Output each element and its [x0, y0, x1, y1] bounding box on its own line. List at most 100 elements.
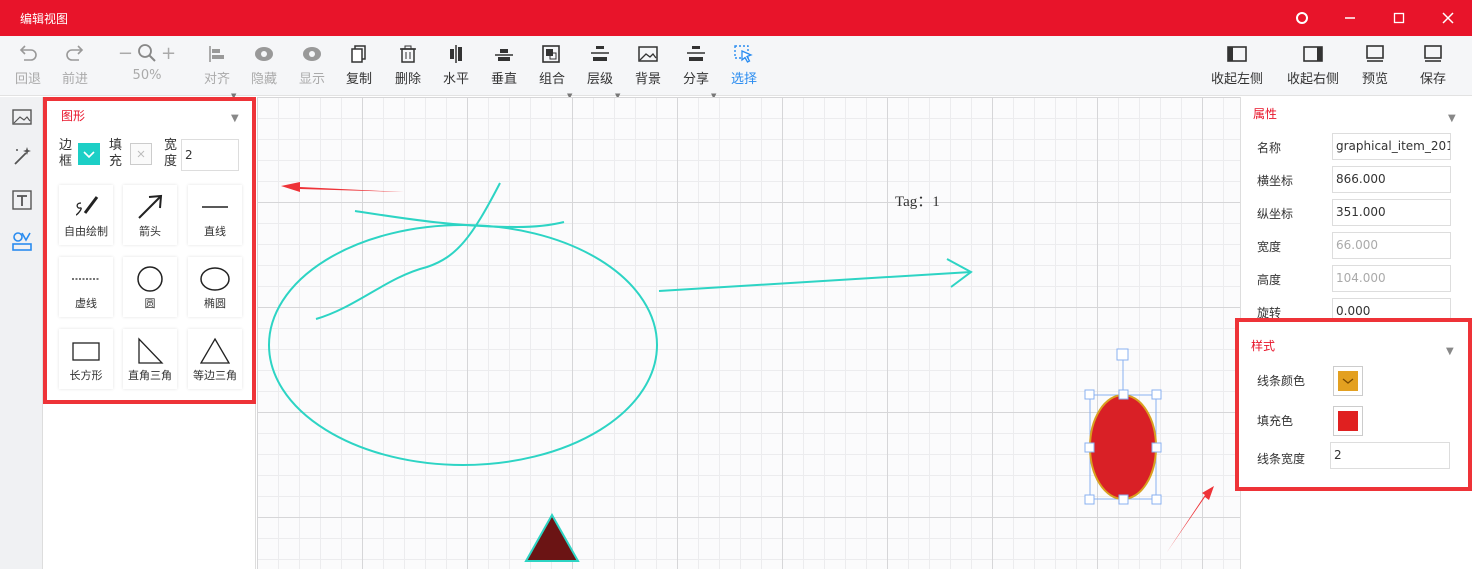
preview-button[interactable]: 预览: [1353, 42, 1397, 90]
redo-icon: [66, 45, 84, 61]
collapse-left-button[interactable]: 收起左侧: [1207, 42, 1267, 90]
copy-button[interactable]: 复制: [337, 42, 381, 90]
image-icon: [638, 46, 658, 62]
delete-button[interactable]: 删除: [386, 42, 430, 90]
line-width-input[interactable]: 2: [1330, 442, 1450, 469]
resize-handle[interactable]: [1084, 389, 1095, 400]
select-button[interactable]: 选择: [722, 42, 766, 90]
layer-icon: [591, 46, 609, 61]
layer-button[interactable]: 层级: [578, 42, 622, 90]
collapse-left-icon: [1227, 46, 1247, 62]
x-label: 横坐标: [1257, 174, 1294, 188]
drawing-canvas[interactable]: Tag：1: [257, 97, 1240, 569]
collapse-right-label: 收起右侧: [1286, 72, 1339, 87]
shape-tile-freehand[interactable]: 自由绘制: [59, 185, 113, 245]
shape-tile-circle[interactable]: 圆: [123, 257, 177, 317]
circle-icon: [137, 266, 163, 292]
rotate-handle[interactable]: [1116, 348, 1129, 361]
trash-icon: [400, 45, 416, 63]
resize-handle[interactable]: [1084, 442, 1095, 453]
line-color-picker[interactable]: [1333, 366, 1363, 396]
hide-button[interactable]: 隐藏: [242, 42, 286, 90]
image-icon[interactable]: [12, 107, 32, 127]
close-icon[interactable]: [1436, 6, 1460, 30]
name-input[interactable]: graphical_item_2019-1: [1332, 133, 1451, 160]
zoom-in-icon[interactable]: +: [161, 43, 176, 64]
shape-tile-label: 直角三角: [128, 369, 172, 382]
minimize-icon[interactable]: [1338, 6, 1362, 30]
left-rail: [0, 97, 43, 569]
collapse-caret-icon[interactable]: ▼: [231, 113, 239, 124]
group-button[interactable]: 组合: [530, 42, 574, 90]
share-button[interactable]: 分享: [674, 42, 718, 90]
background-label: 背景: [634, 72, 661, 87]
circle-icon[interactable]: [1290, 6, 1314, 30]
shape-tile-arrow[interactable]: 箭头: [123, 185, 177, 245]
horizontal-button[interactable]: 水平: [434, 42, 478, 90]
drawn-ellipse[interactable]: [268, 224, 658, 466]
dashed-line-icon: [72, 278, 100, 280]
redo-button[interactable]: 前进: [53, 42, 97, 90]
resize-handle[interactable]: [1118, 389, 1129, 400]
show-button[interactable]: 显示: [290, 42, 334, 90]
collapse-right-button[interactable]: 收起右侧: [1283, 42, 1343, 90]
freehand-stroke[interactable]: [354, 210, 565, 229]
shapes-icon[interactable]: [12, 232, 32, 252]
properties-title: 属性: [1253, 107, 1278, 121]
selected-ellipse[interactable]: [1089, 394, 1157, 500]
tag-label[interactable]: Tag：1: [895, 194, 940, 210]
shape-tile-ellipse[interactable]: 椭圆: [188, 257, 242, 317]
width-label: 宽度: [164, 138, 178, 169]
shape-tile-right-triangle[interactable]: 直角三角: [123, 329, 177, 389]
magic-wand-icon[interactable]: [12, 146, 32, 166]
collapse-right-icon: [1303, 46, 1323, 62]
save-button[interactable]: 保存: [1411, 42, 1455, 90]
shape-tile-label: 圆: [144, 297, 156, 310]
freehand-icon: [75, 196, 99, 216]
resize-handle[interactable]: [1084, 494, 1095, 505]
y-label: 纵坐标: [1257, 207, 1294, 221]
fill-label: 填充: [109, 138, 123, 169]
zoom-out-icon[interactable]: −: [118, 43, 133, 64]
text-icon[interactable]: [12, 190, 32, 210]
align-icon: [209, 46, 224, 62]
drawn-triangle[interactable]: [524, 512, 580, 562]
resize-handle[interactable]: [1118, 494, 1129, 505]
align-button[interactable]: 对齐: [195, 42, 239, 90]
fill-color-picker[interactable]: [1333, 406, 1363, 436]
border-label: 边框: [59, 138, 73, 169]
canvas-drawing[interactable]: Tag：1: [257, 97, 1240, 569]
fill-color-swatch[interactable]: [130, 143, 152, 165]
undo-button[interactable]: 回退: [6, 42, 50, 90]
y-input[interactable]: 351.000: [1332, 199, 1451, 226]
shape-tile-dashed[interactable]: 虚线: [59, 257, 113, 317]
stroke-width-input[interactable]: 2: [181, 139, 239, 171]
zoom-search-icon: [138, 44, 156, 62]
resize-handle[interactable]: [1151, 494, 1162, 505]
monitor-icon: [1366, 45, 1384, 62]
vertical-button[interactable]: 垂直: [482, 42, 526, 90]
maximize-icon[interactable]: [1387, 6, 1411, 30]
drawn-arrow[interactable]: [658, 271, 972, 292]
collapse-left-label: 收起左侧: [1210, 72, 1263, 87]
shape-tile-label: 长方形: [69, 369, 103, 382]
collapse-caret-icon[interactable]: ▼: [1448, 113, 1456, 124]
resize-handle[interactable]: [1151, 389, 1162, 400]
collapse-caret-icon[interactable]: ▼: [1446, 346, 1454, 357]
line-color-label: 线条颜色: [1257, 374, 1306, 388]
resize-handle[interactable]: [1151, 442, 1162, 453]
shape-tile-line[interactable]: 直线: [188, 185, 242, 245]
height-input[interactable]: 104.000: [1332, 265, 1451, 292]
shape-tile-rectangle[interactable]: 长方形: [59, 329, 113, 389]
x-input[interactable]: 866.000: [1332, 166, 1451, 193]
shape-tile-equilateral-triangle[interactable]: 等边三角: [188, 329, 242, 389]
copy-label: 复制: [345, 72, 372, 87]
width-input[interactable]: 66.000: [1332, 232, 1451, 259]
style-title: 样式: [1251, 339, 1276, 353]
background-button[interactable]: 背景: [626, 42, 670, 90]
width-label: 宽度: [1257, 240, 1282, 254]
close-icon: [137, 150, 145, 158]
group-icon: [542, 45, 560, 63]
border-color-swatch[interactable]: [78, 143, 100, 165]
eye-icon: [303, 47, 321, 61]
